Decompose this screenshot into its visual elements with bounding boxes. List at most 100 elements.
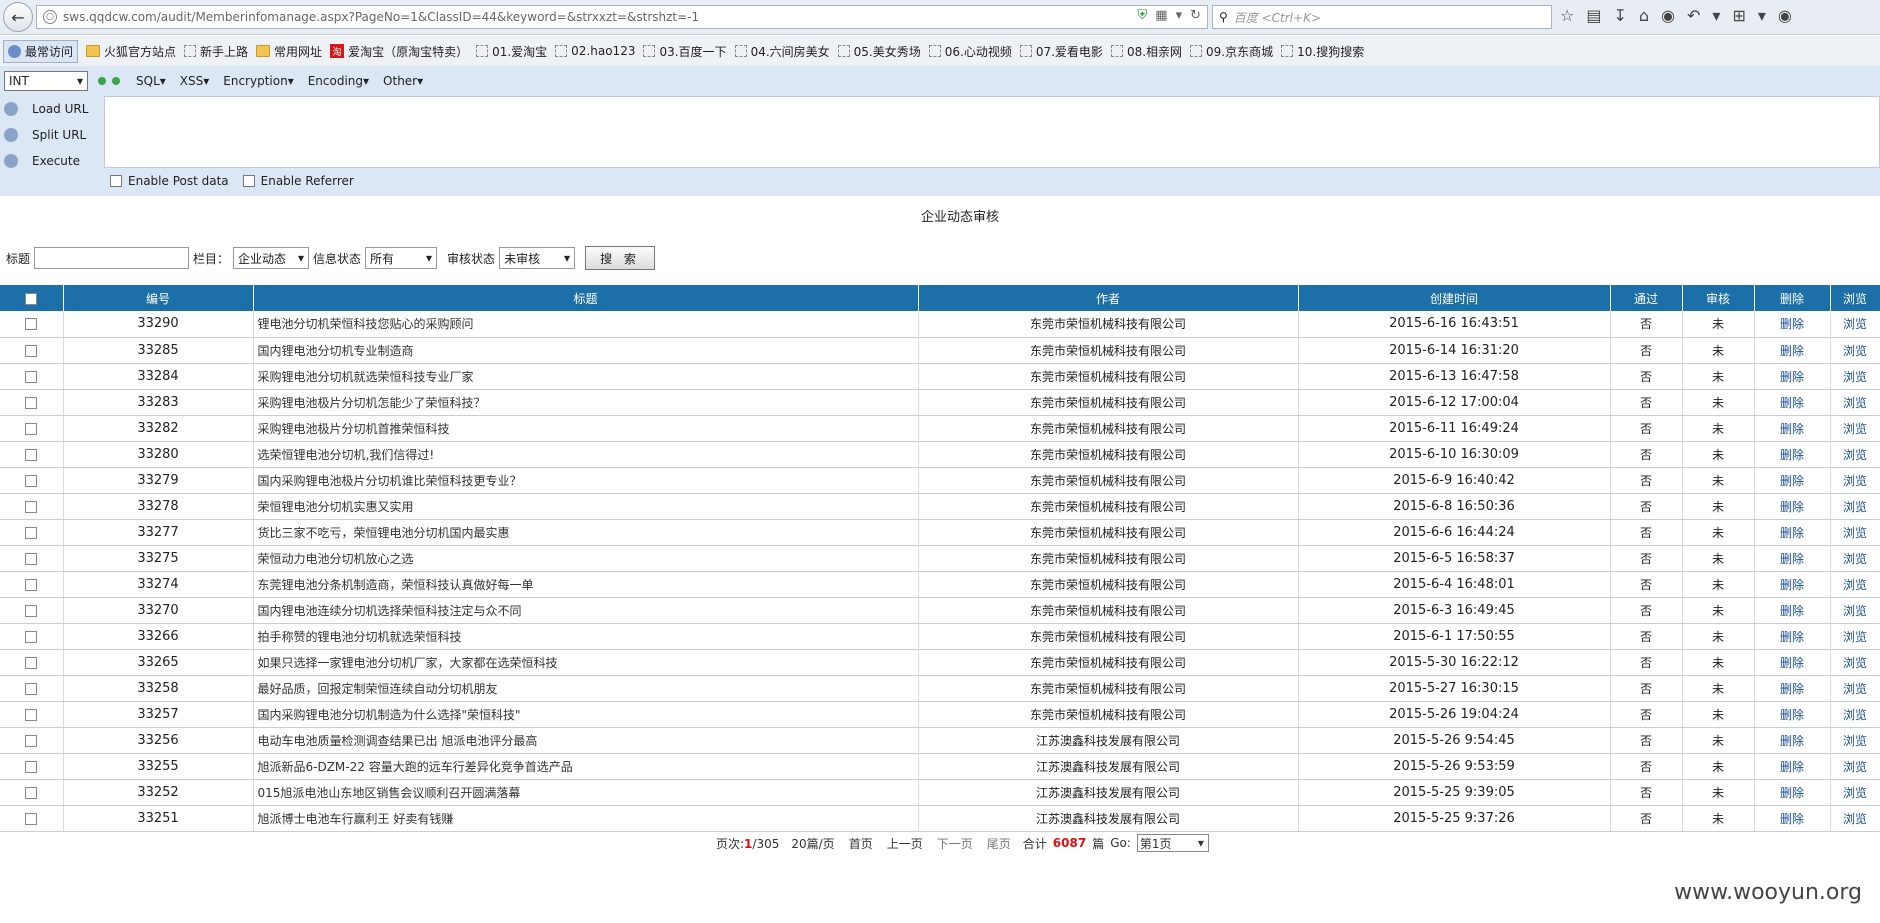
back-button[interactable]: ← [3, 2, 33, 32]
row-view-link[interactable]: 浏览 [1830, 805, 1880, 832]
menu-sql[interactable]: SQL▾ [136, 74, 166, 88]
row-delete-link[interactable]: 删除 [1754, 363, 1831, 390]
select-all-checkbox[interactable] [0, 285, 64, 311]
dropdown-icon[interactable]: ▾ [1758, 6, 1766, 25]
load-url-button[interactable]: Load URL [0, 96, 104, 122]
row-title-link[interactable]: 采购锂电池分切机就选荣恒科技专业厂家 [253, 363, 919, 390]
row-checkbox[interactable] [0, 441, 64, 468]
row-delete-link[interactable]: 删除 [1754, 779, 1831, 806]
bookmark-item[interactable]: 10.搜狗搜索 [1281, 43, 1364, 60]
menu-other[interactable]: Other▾ [383, 74, 423, 88]
chat-icon[interactable]: ◉ [1661, 6, 1675, 25]
row-title-link[interactable]: 国内锂电池分切机专业制造商 [253, 337, 919, 364]
row-delete-link[interactable]: 删除 [1754, 649, 1831, 676]
enable-post-checkbox[interactable]: Enable Post data [110, 174, 229, 188]
row-delete-link[interactable]: 删除 [1754, 623, 1831, 650]
download-icon[interactable]: ↧ [1613, 6, 1626, 25]
row-view-link[interactable]: 浏览 [1830, 441, 1880, 468]
row-delete-link[interactable]: 删除 [1754, 389, 1831, 416]
row-view-link[interactable]: 浏览 [1830, 363, 1880, 390]
row-delete-link[interactable]: 删除 [1754, 441, 1831, 468]
enable-referrer-checkbox[interactable]: Enable Referrer [242, 174, 354, 188]
undo-icon[interactable]: ↶ [1687, 6, 1700, 25]
bookmark-item[interactable]: 常用网址 [256, 43, 322, 60]
bookmark-item[interactable]: 04.六间房美女 [734, 43, 830, 60]
row-delete-link[interactable]: 删除 [1754, 727, 1831, 754]
row-delete-link[interactable]: 删除 [1754, 311, 1831, 338]
row-checkbox[interactable] [0, 649, 64, 676]
row-delete-link[interactable]: 删除 [1754, 493, 1831, 520]
dropdown-icon[interactable]: ▾ [1712, 6, 1720, 25]
bookmark-item[interactable]: 08.相亲网 [1110, 43, 1182, 60]
row-checkbox[interactable] [0, 467, 64, 494]
row-checkbox[interactable] [0, 519, 64, 546]
bookmark-item[interactable]: 新手上路 [184, 43, 248, 60]
row-checkbox[interactable] [0, 727, 64, 754]
row-view-link[interactable]: 浏览 [1830, 311, 1880, 338]
row-delete-link[interactable]: 删除 [1754, 597, 1831, 624]
bookmark-item[interactable]: 07.爱看电影 [1019, 43, 1103, 60]
menu-encryption[interactable]: Encryption▾ [223, 74, 293, 88]
row-title-link[interactable]: 最好品质，回报定制荣恒连续自动分切机朋友 [253, 675, 919, 702]
menu-xss[interactable]: XSS▾ [180, 74, 209, 88]
row-view-link[interactable]: 浏览 [1830, 337, 1880, 364]
row-title-link[interactable]: 电动车电池质量检测调查结果已出 旭派电池评分最高 [253, 727, 919, 754]
row-title-link[interactable]: 国内锂电池连续分切机选择荣恒科技注定与众不同 [253, 597, 919, 624]
row-title-link[interactable]: 东莞锂电池分条机制造商，荣恒科技认真做好每一单 [253, 571, 919, 598]
row-checkbox[interactable] [0, 363, 64, 390]
row-title-link[interactable]: 采购锂电池极片分切机首推荣恒科技 [253, 415, 919, 442]
page-jump-select[interactable]: 第1页 ▾ [1136, 834, 1209, 852]
bookmarks-list-icon[interactable]: ▤ [1586, 6, 1601, 25]
title-input[interactable] [34, 247, 190, 269]
row-title-link[interactable]: 荣恒锂电池分切机实惠又实用 [253, 493, 919, 520]
decrease-icon[interactable] [98, 77, 106, 85]
dropdown-icon[interactable]: ▾ [1176, 8, 1183, 23]
info-status-select[interactable]: 所有 ▾ [365, 247, 438, 269]
row-title-link[interactable]: 拍手称赞的锂电池分切机就选荣恒科技 [253, 623, 919, 650]
bookmark-item[interactable]: 01.爱淘宝 [476, 43, 547, 60]
row-delete-link[interactable]: 删除 [1754, 467, 1831, 494]
row-checkbox[interactable] [0, 545, 64, 572]
row-view-link[interactable]: 浏览 [1830, 415, 1880, 442]
row-view-link[interactable]: 浏览 [1830, 493, 1880, 520]
row-checkbox[interactable] [0, 753, 64, 780]
row-title-link[interactable]: 015旭派电池山东地区销售会议顺利召开圆满落幕 [253, 779, 919, 806]
row-delete-link[interactable]: 删除 [1754, 753, 1831, 780]
row-title-link[interactable]: 锂电池分切机荣恒科技您贴心的采购顾问 [253, 311, 919, 338]
row-checkbox[interactable] [0, 389, 64, 416]
search-button[interactable]: 搜 索 [585, 246, 655, 270]
row-view-link[interactable]: 浏览 [1830, 701, 1880, 728]
row-view-link[interactable]: 浏览 [1830, 727, 1880, 754]
row-title-link[interactable]: 采购锂电池极片分切机怎能少了荣恒科技？ [253, 389, 919, 416]
split-url-button[interactable]: Split URL [0, 122, 104, 148]
row-title-link[interactable]: 旭派新品6-DZM-22 容量大跑的远车行差异化竞争首选产品 [253, 753, 919, 780]
row-delete-link[interactable]: 删除 [1754, 519, 1831, 546]
row-view-link[interactable]: 浏览 [1830, 571, 1880, 598]
row-delete-link[interactable]: 删除 [1754, 571, 1831, 598]
audit-status-select[interactable]: 未审核 ▾ [499, 247, 576, 269]
bookmark-item[interactable]: 02.hao123 [555, 44, 635, 58]
bookmark-item[interactable]: 最常访问 [3, 39, 79, 63]
row-delete-link[interactable]: 删除 [1754, 675, 1831, 702]
row-checkbox[interactable] [0, 311, 64, 338]
execute-button[interactable]: Execute [0, 148, 104, 174]
qr-icon[interactable]: ▦ [1155, 8, 1167, 23]
row-view-link[interactable]: 浏览 [1830, 389, 1880, 416]
row-title-link[interactable]: 如果只选择一家锂电池分切机厂家，大家都在选荣恒科技 [253, 649, 919, 676]
crop-icon[interactable]: ⊞ [1732, 6, 1745, 25]
row-delete-link[interactable]: 删除 [1754, 701, 1831, 728]
row-checkbox[interactable] [0, 701, 64, 728]
home-icon[interactable]: ⌂ [1639, 6, 1649, 25]
row-view-link[interactable]: 浏览 [1830, 779, 1880, 806]
reload-icon[interactable]: ↻ [1190, 8, 1201, 23]
comment-icon[interactable]: ◉ [1778, 6, 1792, 25]
row-view-link[interactable]: 浏览 [1830, 753, 1880, 780]
first-page-link[interactable]: 首页 [849, 835, 873, 852]
row-view-link[interactable]: 浏览 [1830, 675, 1880, 702]
star-icon[interactable]: ☆ [1560, 6, 1574, 25]
bookmark-item[interactable]: 火狐官方站点 [86, 43, 176, 60]
row-checkbox[interactable] [0, 805, 64, 832]
row-title-link[interactable]: 旭派博士电池车行赢利王 好卖有钱赚 [253, 805, 919, 832]
hackbar-int-select[interactable]: INT ▾ [4, 71, 88, 91]
row-checkbox[interactable] [0, 675, 64, 702]
